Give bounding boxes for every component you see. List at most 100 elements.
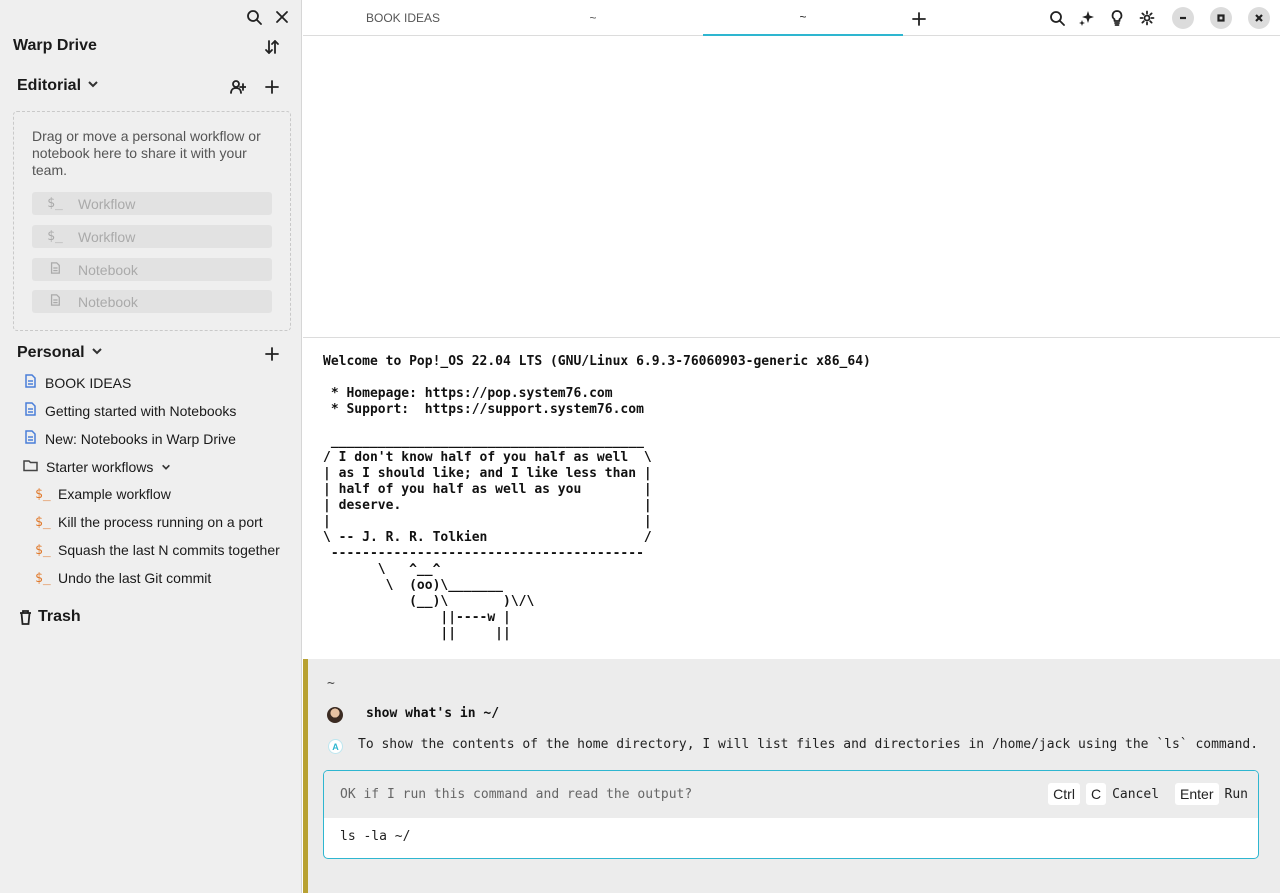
proposed-command[interactable]: ls -la ~/ (340, 829, 410, 844)
personal-label: Personal (17, 344, 85, 361)
notebook-icon (32, 293, 78, 310)
personal-section-header[interactable]: Personal (17, 344, 103, 362)
dropzone-text: Drag or move a personal workflow or note… (32, 128, 261, 178)
chevron-down-icon (161, 459, 171, 475)
plus-icon[interactable] (263, 78, 281, 96)
search-icon[interactable] (245, 8, 263, 26)
workflow-item[interactable]: $_ Squash the last N commits together (35, 542, 280, 558)
placeholder-workflow: $_ Workflow (32, 225, 272, 248)
homepage-line: * Homepage: https://pop.system76.com (323, 386, 613, 401)
tab-bar-actions (1048, 7, 1270, 29)
item-label: Getting started with Notebooks (45, 402, 237, 419)
workflow-icon: $_ (35, 514, 51, 530)
placeholder-label: Notebook (78, 261, 138, 278)
item-label: New: Notebooks in Warp Drive (45, 430, 236, 447)
placeholder-label: Notebook (78, 293, 138, 310)
terminal-empty-block (303, 37, 1280, 338)
tab-home[interactable]: ~ (493, 0, 693, 36)
add-user-icon[interactable] (229, 78, 247, 96)
workflow-item[interactable]: $_ Kill the process running on a port (35, 514, 263, 530)
command-confirmation: OK if I run this command and read the ou… (323, 770, 1259, 859)
folder-icon (23, 458, 38, 475)
chevron-down-icon (87, 77, 99, 95)
cowsay-line: / I don't know half of you half as well … (323, 450, 652, 465)
cowsay-line: ---------------------------------------- (323, 546, 644, 561)
chevron-down-icon (91, 344, 103, 362)
trash-icon (20, 609, 31, 625)
new-tab-icon[interactable] (910, 10, 928, 28)
user-avatar (327, 707, 343, 723)
item-label: Kill the process running on a port (58, 514, 263, 530)
ai-agent-block: ~ show what's in ~/ A To show the conten… (303, 659, 1280, 893)
workflow-icon: $_ (35, 542, 51, 558)
gear-icon[interactable] (1138, 9, 1156, 27)
cowsay-line: | deserve. | (323, 498, 652, 513)
editorial-actions (229, 78, 281, 96)
current-directory: ~ (327, 676, 335, 691)
placeholder-notebook: Notebook (32, 290, 272, 313)
cowsay-line: \ -- J. R. R. Tolkien / (323, 530, 652, 545)
user-query: show what's in ~/ (366, 706, 500, 721)
editorial-section-header[interactable]: Editorial (17, 77, 99, 95)
minimize-button[interactable] (1172, 7, 1194, 29)
workflow-item[interactable]: $_ Example workflow (35, 486, 171, 502)
notebook-icon (23, 374, 37, 391)
maximize-button[interactable] (1210, 7, 1232, 29)
workflow-item[interactable]: $_ Undo the last Git commit (35, 570, 211, 586)
plus-icon[interactable] (263, 345, 281, 363)
tab-book-ideas[interactable]: BOOK IDEAS (303, 0, 503, 36)
ai-sparkle-icon[interactable] (1078, 9, 1096, 27)
notebook-item[interactable]: New: Notebooks in Warp Drive (23, 430, 236, 447)
welcome-line: Welcome to Pop!_OS 22.04 LTS (GNU/Linux … (323, 354, 871, 369)
trash-item[interactable]: Trash (19, 608, 81, 626)
cowsay-line: \ (oo)\_______ (323, 578, 504, 593)
confirmation-header: OK if I run this command and read the ou… (324, 771, 1258, 818)
tab-bar: BOOK IDEAS ~ ~ (303, 0, 1280, 36)
warp-app: Warp Drive Editorial Drag or move a pers… (0, 0, 1280, 893)
tab-home-active[interactable]: ~ (703, 0, 903, 36)
notebook-icon (23, 430, 37, 447)
notebook-icon (32, 261, 78, 278)
notebook-item[interactable]: Getting started with Notebooks (23, 402, 236, 419)
sort-icon[interactable] (263, 38, 281, 56)
close-icon[interactable] (273, 8, 291, 26)
cowsay-line: \ ^__^ (323, 562, 441, 577)
warp-ai-icon: A (328, 739, 343, 754)
workflow-icon: $_ (35, 570, 51, 586)
notebook-item[interactable]: BOOK IDEAS (23, 374, 131, 391)
workflow-icon: $_ (35, 486, 51, 502)
placeholder-notebook: Notebook (32, 258, 272, 281)
run-button[interactable]: Run (1225, 787, 1248, 802)
item-label: Squash the last N commits together (58, 542, 280, 558)
cancel-button[interactable]: Cancel (1112, 787, 1159, 802)
cowsay-line: | as I should like; and I like less than… (323, 466, 652, 481)
search-icon[interactable] (1048, 9, 1066, 27)
folder-item[interactable]: Starter workflows (23, 458, 171, 475)
workflow-icon: $_ (47, 196, 63, 211)
editorial-dropzone[interactable]: Drag or move a personal workflow or note… (13, 111, 291, 331)
enter-key: Enter (1175, 783, 1219, 805)
ai-response: To show the contents of the home directo… (358, 737, 1259, 752)
cowsay-line: ________________________________________ (323, 434, 644, 449)
warp-drive-title: Warp Drive (13, 37, 97, 54)
trash-label: Trash (38, 608, 81, 625)
notebook-icon (23, 402, 37, 419)
cowsay-line: (__)\ )\/\ (323, 594, 535, 609)
support-line: * Support: https://support.system76.com (323, 402, 644, 417)
editorial-label: Editorial (17, 77, 82, 94)
terminal-output: Welcome to Pop!_OS 22.04 LTS (GNU/Linux … (323, 354, 871, 642)
cowsay-line: | half of you half as well as you | (323, 482, 652, 497)
lightbulb-icon[interactable] (1108, 9, 1126, 27)
item-label: Example workflow (58, 486, 171, 502)
placeholder-label: Workflow (78, 228, 136, 245)
ctrl-key: Ctrl (1048, 783, 1080, 805)
item-label: BOOK IDEAS (45, 374, 132, 391)
confirmation-actions: Ctrl C Cancel Enter Run (1048, 783, 1248, 805)
sidebar-top-actions (245, 8, 291, 26)
cowsay-line: | | (323, 514, 652, 529)
placeholder-workflow: $_ Workflow (32, 192, 272, 215)
item-label: Starter workflows (46, 458, 154, 475)
workflow-icon: $_ (47, 229, 63, 244)
cowsay-line: ||----w | (323, 610, 511, 625)
close-window-button[interactable] (1248, 7, 1270, 29)
